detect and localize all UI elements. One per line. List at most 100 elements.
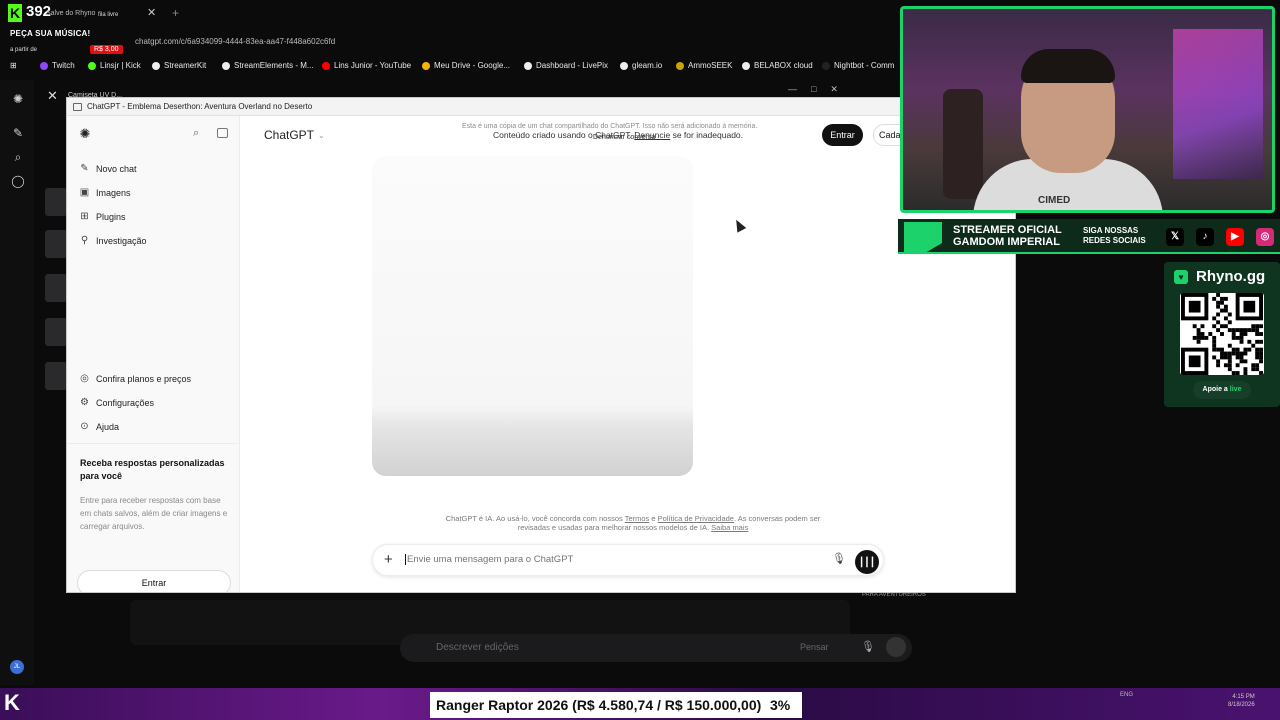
sidebar-item-help[interactable]: ⊙ Ajuda [79, 421, 119, 432]
bookmark-favicon-icon [742, 61, 750, 70]
message-input[interactable] [405, 554, 825, 565]
sidebar-item-settings[interactable]: ⚙ Configurações [79, 397, 154, 408]
sidebar-item-research[interactable]: ⚲ Investigação [79, 235, 147, 246]
qr-module [1239, 355, 1244, 360]
chatgpt-logo-icon[interactable]: ✺ [78, 127, 92, 141]
qr-module [1223, 324, 1228, 329]
goal-text: Ranger Raptor 2026 (R$ 4.580,74 / R$ 150… [436, 697, 762, 713]
x-icon[interactable]: 𝕏 [1166, 228, 1184, 246]
streamer-banner-line1: STREAMER OFICIAL [953, 224, 1062, 236]
terms-link[interactable]: Termos [625, 514, 650, 523]
qr-module [1251, 324, 1256, 329]
system-tray-lang[interactable]: ENG [1120, 692, 1133, 698]
qr-module [1247, 328, 1252, 333]
qr-module [1212, 335, 1217, 340]
window-controls[interactable]: —□✕ [788, 84, 852, 95]
thumbnail[interactable] [45, 362, 67, 390]
new-tab-icon[interactable]: + [172, 6, 179, 20]
bookmark-item[interactable]: Dashboard - LivePix [524, 61, 608, 70]
new-chat-icon[interactable]: ✎ [11, 126, 25, 140]
model-name: ChatGPT [264, 128, 315, 142]
address-url[interactable]: chatgpt.com/c/6a934099-4444-83ea-aa47-f4… [135, 37, 335, 46]
qr-module [1259, 351, 1263, 356]
social-banner-line1: SIGA NOSSAS [1083, 226, 1139, 235]
bookmark-item[interactable]: gleam.io [620, 61, 662, 70]
sidebar-item-plugins[interactable]: ⊞ Plugins [79, 211, 125, 222]
bookmark-item[interactable]: Lins Junior - YouTube [322, 61, 411, 70]
waveform-icon: ┃┃┃ [858, 557, 876, 567]
qr-module [1200, 335, 1205, 340]
qr-module [1227, 328, 1232, 333]
qr-module [1227, 359, 1232, 364]
taskbar-clock[interactable]: 4:15 PM 8/18/2026 [1228, 693, 1255, 709]
think-toggle[interactable]: Pensar [800, 642, 829, 652]
login-button[interactable]: Entrar [822, 124, 863, 146]
sidebar-item-new-chat[interactable]: ✎ Novo chat [79, 163, 136, 174]
qr-module [1235, 335, 1240, 340]
search-icon[interactable]: ⌕ [11, 150, 25, 165]
plus-icon[interactable]: + [384, 551, 393, 568]
chatgpt-logo-icon[interactable]: ✺ [11, 92, 25, 106]
thumbnail[interactable] [45, 318, 67, 346]
background-tab-1[interactable]: Salve do Rhyno [46, 10, 95, 17]
avatar[interactable]: JL [10, 660, 24, 674]
qr-module [1243, 367, 1248, 372]
bookmark-item[interactable]: AmmoSEEK [676, 61, 732, 70]
chat-bubble-icon[interactable]: ◯ [11, 174, 25, 188]
qr-module [1192, 324, 1197, 329]
tiktok-icon[interactable]: ♪ [1196, 228, 1214, 246]
bookmark-favicon-icon [40, 61, 48, 70]
qr-module [1251, 343, 1256, 348]
sidebar-login-button[interactable]: Entrar [77, 570, 231, 592]
mic-icon[interactable]: 🎙 [832, 552, 846, 565]
bookmark-label: Linsjr | Kick [100, 61, 141, 70]
chatgpt-popup-window: ChatGPT - Emblema Deserthon: Aventura Ov… [66, 97, 1016, 593]
learn-more-link[interactable]: Saiba mais [711, 523, 748, 532]
bookmark-item[interactable]: BELABOX cloud [742, 61, 813, 70]
sidebar-item-images[interactable]: ▣ Imagens [79, 187, 131, 198]
taskbar-date: 8/18/2026 [1228, 702, 1255, 708]
bookmark-item[interactable]: Meu Drive - Google... [422, 61, 510, 70]
thumbnail[interactable] [45, 274, 67, 302]
plans-icon: ◎ [80, 373, 89, 384]
bookmark-item[interactable]: StreamerKit [152, 61, 206, 70]
help-icon: ⊙ [80, 421, 89, 432]
qr-module [1243, 332, 1248, 336]
streamer-banner-text: STREAMER OFICIAL GAMDOM IMPERIAL [953, 224, 1062, 248]
qr-module [1196, 335, 1201, 340]
bookmark-item[interactable]: Linsjr | Kick [88, 61, 141, 70]
qr-module [1220, 308, 1224, 313]
qr-module [1255, 367, 1260, 372]
mic-icon[interactable]: 🎙 [861, 640, 875, 653]
bookmark-item[interactable]: Nightbot - Comm [822, 61, 894, 70]
qr-module [1243, 328, 1248, 333]
instagram-icon[interactable]: ◎ [1256, 228, 1274, 246]
voice-mode-button[interactable]: ┃┃┃ [855, 550, 879, 574]
sidebar-toggle-icon[interactable] [217, 128, 228, 138]
content-notice-suffix: se for inadequado. [672, 130, 744, 140]
sidebar-item-label: Confira planos e preços [96, 373, 192, 384]
thumbnail[interactable] [45, 188, 67, 216]
model-selector[interactable]: ChatGPT ⌄ [264, 128, 325, 142]
privacy-link[interactable]: Política de Privacidade [658, 514, 734, 523]
qr-module [1231, 351, 1236, 356]
tab-close-icon[interactable]: ✕ [147, 6, 156, 19]
qr-module [1227, 320, 1232, 325]
youtube-icon[interactable]: ▶ [1226, 228, 1244, 246]
search-icon[interactable]: ⌕ [193, 127, 199, 140]
send-button[interactable] [886, 637, 906, 657]
sidebar-item-plans[interactable]: ◎ Confira planos e preços [79, 373, 191, 384]
thumbnail[interactable] [45, 230, 67, 258]
apps-grid-icon[interactable]: ⊞ [10, 61, 17, 70]
qr-module [1220, 347, 1224, 352]
bookmark-item[interactable]: StreamElements - M... [222, 61, 314, 70]
generated-image-placeholder[interactable] [372, 156, 693, 476]
webcam-chair [943, 89, 983, 199]
qr-module [1259, 339, 1263, 344]
bookmark-item[interactable]: Twitch [40, 61, 75, 70]
close-icon[interactable]: ✕ [47, 88, 58, 104]
qr-module [1239, 359, 1244, 364]
promo-title: Receba respostas personalizadas para voc… [80, 458, 225, 481]
background-tab-2[interactable]: fila livre [98, 12, 118, 18]
promo-text: Entre para receber respostas com base em… [80, 496, 228, 531]
